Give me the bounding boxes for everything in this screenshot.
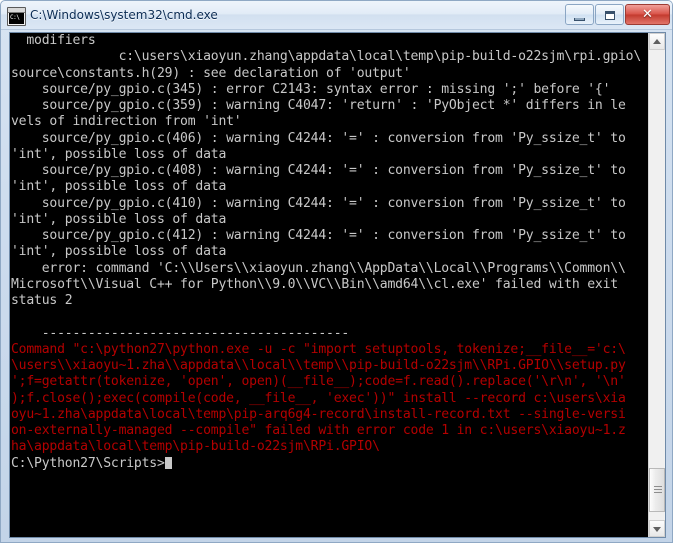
maximize-icon (604, 11, 615, 20)
scroll-up-button[interactable] (649, 33, 665, 50)
minimize-button[interactable] (565, 4, 594, 25)
grip-lines-icon (654, 486, 662, 494)
cmd-window: C:\ C:\Windows\system32\cmd.exe ✕ modifi… (0, 0, 673, 543)
console-client-area: modifiers c:\users\xiaoyun.zhang\appdata… (9, 32, 666, 538)
compiler-output-text: modifiers c:\users\xiaoyun.zhang\appdata… (11, 33, 642, 341)
scrollbar-thumb[interactable] (649, 468, 665, 512)
chevron-down-icon (653, 527, 661, 532)
scrollbar-track[interactable] (649, 50, 665, 520)
icon-prompt-text: C:\ (9, 13, 24, 24)
scroll-down-button[interactable] (649, 520, 665, 537)
text-cursor (164, 456, 172, 469)
console-output[interactable]: modifiers c:\users\xiaoyun.zhang\appdata… (10, 33, 650, 537)
window-titlebar[interactable]: C:\ C:\Windows\system32\cmd.exe ✕ (1, 1, 672, 30)
window-controls: ✕ (565, 4, 670, 25)
minimize-icon (573, 18, 585, 21)
console-scrollbar[interactable] (648, 33, 665, 537)
window-title: C:\Windows\system32\cmd.exe (30, 8, 218, 22)
cmd-console-icon: C:\ (7, 7, 26, 26)
close-button[interactable]: ✕ (625, 4, 670, 25)
maximize-button[interactable] (595, 4, 624, 25)
prompt-path: C:\Python27\Scripts> (11, 455, 165, 471)
close-icon: ✕ (642, 7, 653, 22)
chevron-up-icon (653, 39, 661, 44)
command-prompt-line: C:\Python27\Scripts> (10, 456, 650, 472)
pip-error-text: Command "c:\python27\python.exe -u -c "i… (11, 341, 626, 455)
